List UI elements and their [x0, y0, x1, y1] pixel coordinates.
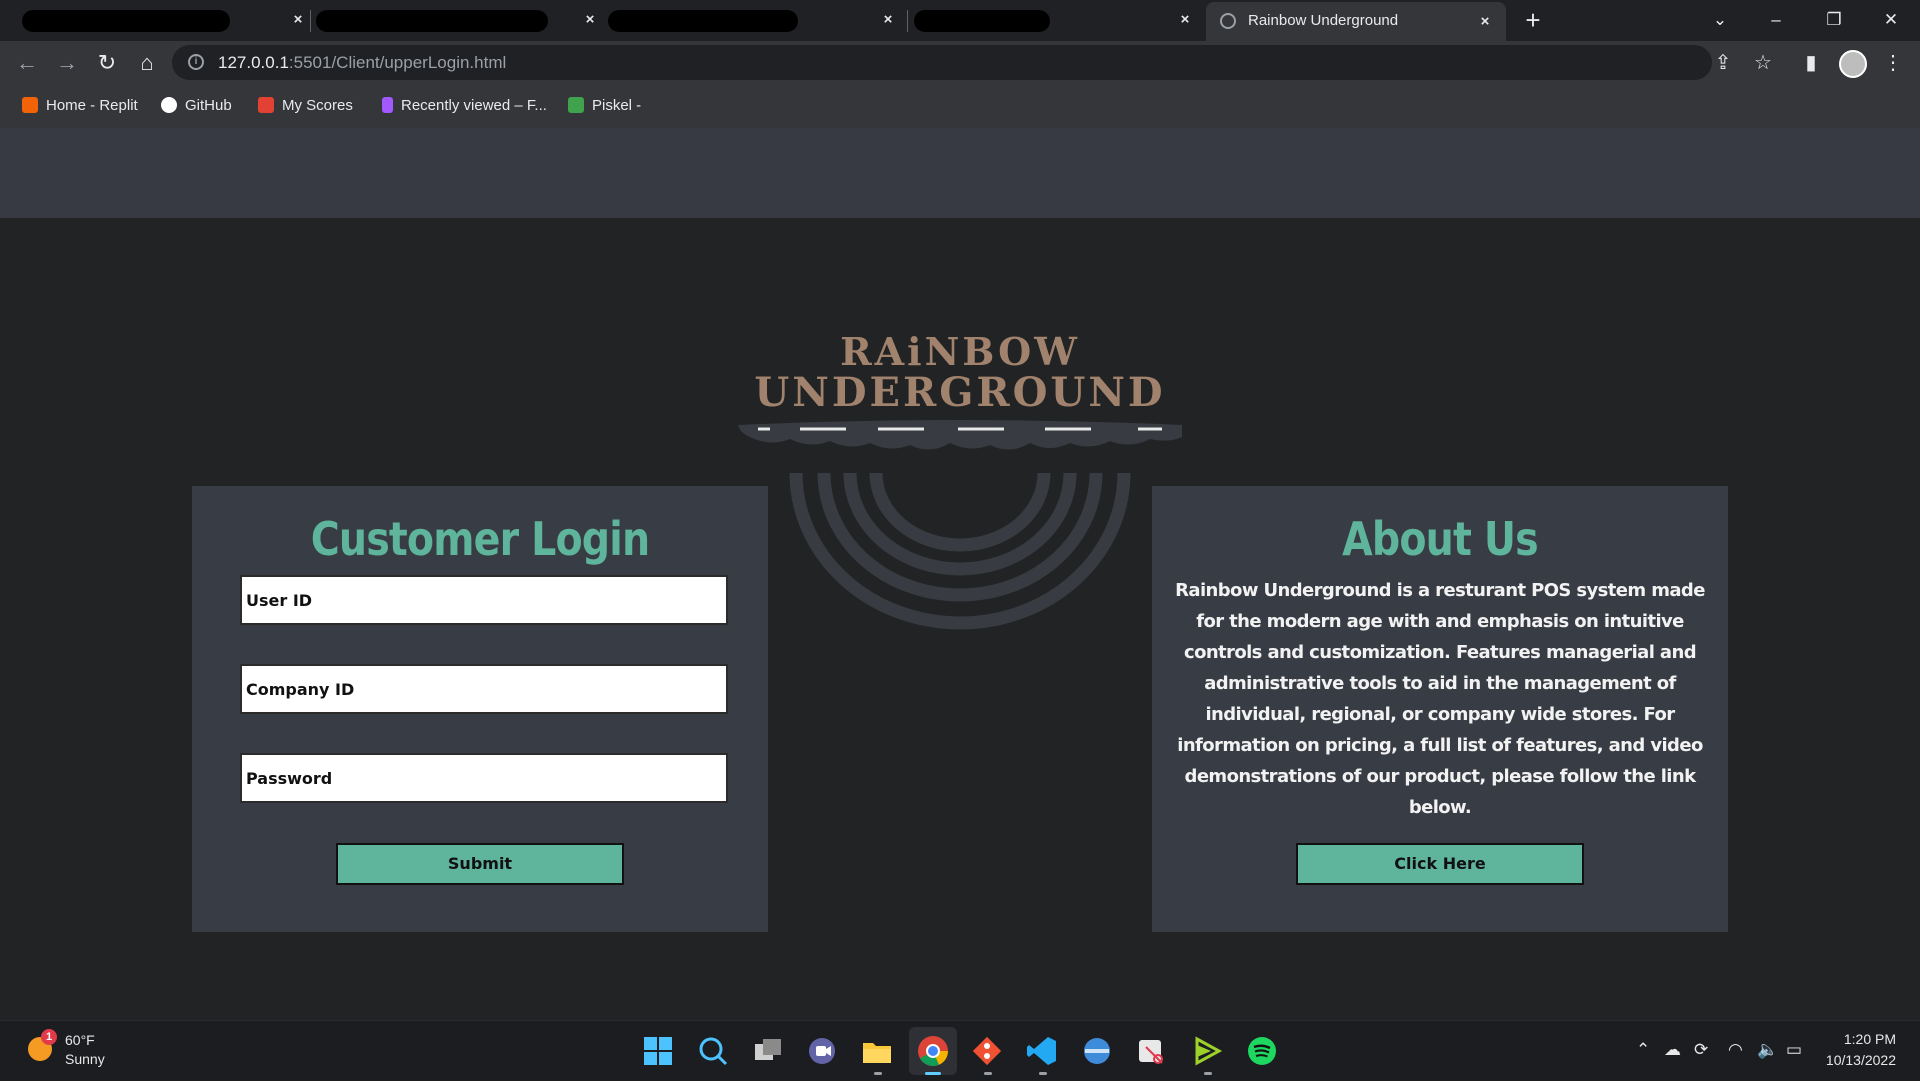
- show-hidden-icons-icon[interactable]: ⌃: [1636, 1039, 1650, 1061]
- weather-condition[interactable]: Sunny: [65, 1051, 105, 1067]
- wifi-icon[interactable]: ◠: [1728, 1039, 1743, 1061]
- tab-redacted-1[interactable]: ×: [8, 0, 304, 41]
- tab-close-icon[interactable]: ×: [581, 10, 599, 30]
- browser-app-icon[interactable]: [1081, 1035, 1113, 1067]
- tab-search-icon[interactable]: ⌄: [1700, 6, 1740, 34]
- bookmark-github[interactable]: GitHub: [161, 96, 232, 116]
- minimize-icon[interactable]: –: [1756, 6, 1796, 34]
- browser-toolbar: ← → ↻ ⌂ i 127.0.0.1:5501/Client/upperLog…: [0, 41, 1920, 84]
- tab-close-icon[interactable]: ×: [289, 10, 307, 30]
- restore-icon[interactable]: ❐: [1814, 6, 1854, 34]
- rainbow-underground-logo: RAiNBOW UNDERGROUND: [730, 325, 1190, 645]
- task-view-icon[interactable]: [752, 1035, 784, 1067]
- redaction: [316, 10, 548, 32]
- chrome-icon[interactable]: [909, 1027, 957, 1075]
- media-player-icon[interactable]: [1191, 1035, 1223, 1067]
- clock-time[interactable]: 1:20 PM: [1844, 1031, 1896, 1047]
- submit-button[interactable]: Submit: [336, 843, 624, 885]
- new-tab-icon[interactable]: +: [1518, 6, 1548, 36]
- running-indicator: [874, 1072, 882, 1075]
- address-bar[interactable]: i 127.0.0.1:5501/Client/upperLogin.html: [172, 45, 1712, 80]
- menu-icon[interactable]: ⋮: [1880, 50, 1906, 76]
- profile-avatar[interactable]: [1839, 50, 1867, 78]
- bookmark-label: Recently viewed – F...: [401, 97, 547, 114]
- login-card: Customer Login Submit: [192, 486, 768, 932]
- tab-close-icon[interactable]: ×: [879, 10, 897, 30]
- bookmark-star-icon[interactable]: ☆: [1750, 50, 1776, 76]
- close-window-icon[interactable]: ✕: [1871, 6, 1911, 34]
- reload-icon[interactable]: ↻: [94, 50, 120, 76]
- tab-redacted-4[interactable]: ×: [906, 0, 1202, 41]
- github-icon: [161, 97, 177, 113]
- globe-icon: [1220, 13, 1236, 29]
- tab-title: Rainbow Underground: [1248, 12, 1399, 29]
- click-here-button[interactable]: Click Here: [1296, 843, 1584, 885]
- vscode-icon[interactable]: [1026, 1035, 1058, 1067]
- about-description: Rainbow Underground is a resturant POS s…: [1175, 580, 1705, 818]
- running-indicator: [984, 1072, 992, 1075]
- logo-road-graphic: [738, 420, 1182, 630]
- tab-redacted-2[interactable]: ×: [306, 0, 602, 41]
- bookmark-figma[interactable]: Recently viewed – F...: [382, 96, 547, 116]
- running-indicator: [1204, 1072, 1212, 1075]
- bookmark-replit[interactable]: Home - Replit: [22, 96, 138, 116]
- bookmark-label: Piskel -: [592, 97, 642, 114]
- weather-badge: 1: [41, 1029, 57, 1045]
- bookmark-piskel[interactable]: Piskel -: [568, 96, 641, 116]
- back-icon[interactable]: ←: [14, 50, 40, 76]
- bookmark-my-scores[interactable]: My Scores: [258, 96, 353, 116]
- git-icon[interactable]: [971, 1035, 1003, 1067]
- running-indicator: [1039, 1072, 1047, 1075]
- piskel-icon: [568, 97, 584, 113]
- about-title: About Us: [1342, 512, 1539, 566]
- sync-icon[interactable]: ⟳: [1694, 1039, 1708, 1061]
- redaction: [608, 10, 798, 32]
- chat-icon[interactable]: [806, 1035, 838, 1067]
- battery-icon[interactable]: ▭: [1786, 1039, 1802, 1061]
- scores-icon: [258, 97, 274, 113]
- tab-strip: × × × × Rainbow Underground × + ⌄ – ❐ ✕: [0, 0, 1920, 41]
- active-indicator: [925, 1072, 941, 1075]
- volume-icon[interactable]: 🔈: [1757, 1039, 1778, 1061]
- figma-icon: [382, 97, 393, 113]
- bookmark-label: My Scores: [282, 97, 353, 114]
- url-host: 127.0.0.1: [218, 53, 289, 72]
- windows-taskbar: 1 60°F Sunny ⌃ ☁ ⟳ ◠ 🔈 ▭ 1:20 PM 10/13/2…: [0, 1020, 1920, 1081]
- bookmark-label: GitHub: [185, 97, 232, 114]
- file-explorer-icon[interactable]: [861, 1035, 893, 1067]
- bookmark-label: Home - Replit: [46, 97, 138, 114]
- start-icon[interactable]: [642, 1035, 674, 1067]
- replit-icon: [22, 97, 38, 113]
- user-id-input[interactable]: [240, 575, 728, 625]
- forward-icon[interactable]: →: [54, 50, 80, 76]
- tab-redacted-3[interactable]: ×: [606, 0, 902, 41]
- redaction: [914, 10, 1050, 32]
- about-card: About Us Rainbow Underground is a restur…: [1152, 486, 1728, 932]
- url-text[interactable]: 127.0.0.1:5501/Client/upperLogin.html: [218, 53, 506, 73]
- tab-active[interactable]: Rainbow Underground ×: [1206, 2, 1506, 41]
- company-id-input[interactable]: [240, 664, 728, 714]
- home-icon[interactable]: ⌂: [134, 50, 160, 76]
- tab-close-icon[interactable]: ×: [1176, 10, 1194, 30]
- side-panel-icon[interactable]: ▮: [1798, 50, 1824, 76]
- spotify-icon[interactable]: [1246, 1035, 1278, 1067]
- share-icon[interactable]: ⇪: [1710, 50, 1736, 76]
- login-title: Customer Login: [310, 512, 650, 566]
- weather-temperature[interactable]: 60°F: [65, 1032, 95, 1048]
- snipping-tool-icon[interactable]: [1136, 1035, 1168, 1067]
- search-icon[interactable]: [697, 1035, 729, 1067]
- site-info-icon[interactable]: i: [188, 54, 204, 70]
- url-path: :5501/Client/upperLogin.html: [288, 53, 507, 72]
- redaction: [22, 10, 230, 32]
- bookmarks-bar: Home - Replit GitHub My Scores Recently …: [0, 84, 1920, 129]
- onedrive-icon[interactable]: ☁: [1664, 1039, 1681, 1061]
- clock-date[interactable]: 10/13/2022: [1826, 1052, 1896, 1068]
- page-header-bar: [0, 128, 1920, 218]
- tab-close-icon[interactable]: ×: [1476, 12, 1494, 32]
- password-input[interactable]: [240, 753, 728, 803]
